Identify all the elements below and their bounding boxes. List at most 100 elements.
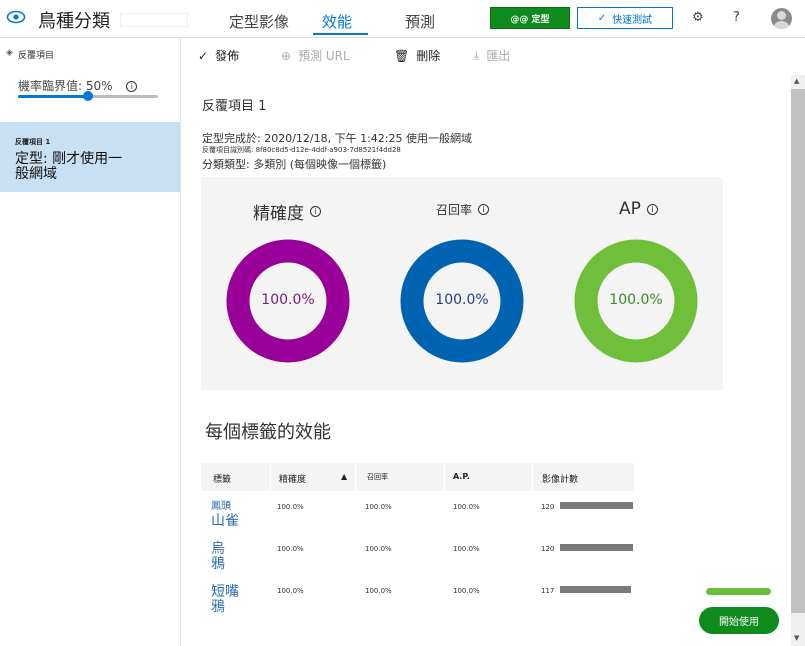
get-started-button[interactable]: 開始使用 bbox=[699, 607, 779, 634]
recall-label: 召回率 i bbox=[436, 201, 490, 218]
checkmark-icon: ✓ bbox=[597, 12, 607, 24]
app-title: 鳥種分類 bbox=[38, 11, 110, 32]
column-image-count[interactable]: 影像計數 bbox=[542, 472, 578, 485]
iteration-description: 定型: 剛才使用一般網域 bbox=[15, 151, 123, 182]
tab-performance[interactable]: 效能 bbox=[322, 11, 352, 32]
image-count: 120 bbox=[541, 503, 555, 511]
trained-info: 定型完成於: 2020/12/18, 下午 1:42:25 使用一般網域 bbox=[202, 132, 472, 145]
column-divider bbox=[532, 463, 533, 491]
ap-donut: 100.0% bbox=[574, 239, 698, 363]
quick-test-label: 快速測試 bbox=[612, 14, 653, 26]
threshold-slider[interactable] bbox=[18, 91, 158, 101]
classification-type: 分類類型: 多類別 (每個映像一個標籤) bbox=[202, 158, 387, 171]
help-icon[interactable]: ? bbox=[733, 10, 740, 25]
tag-name[interactable]: 烏鴉 bbox=[211, 542, 231, 572]
precision-label-text: 精確度 bbox=[253, 204, 304, 224]
image-count-bar bbox=[560, 586, 632, 593]
recall-cell: 100.0% bbox=[365, 503, 392, 511]
metrics-panel: 精確度 i 召回率 i AP i 100.0% 100.0% 100.0% bbox=[201, 177, 723, 390]
tag-name[interactable]: 短嘴鴉 bbox=[211, 585, 241, 615]
info-icon[interactable]: i bbox=[310, 206, 321, 217]
ap-cell: 100.0% bbox=[453, 587, 480, 595]
quick-test-button[interactable]: ✓ 快速測試 bbox=[577, 7, 673, 29]
threshold-text: 機率臨界值: 50% bbox=[18, 79, 113, 93]
table-header: 標籤 精確度 ▲ 召回率 A.P. 影像計數 bbox=[201, 463, 634, 491]
recall-cell: 100.0% bbox=[365, 545, 392, 553]
tag-name-line-1: 鳳頭 bbox=[211, 501, 231, 512]
progress-indicator bbox=[706, 588, 771, 595]
top-bar: 鳥種分類 定型影像 效能 預測 @@ 定型 ✓ 快速測試 ⚙ ? bbox=[0, 0, 805, 38]
avatar[interactable] bbox=[771, 8, 792, 29]
precision-cell: 100.0% bbox=[277, 545, 304, 553]
threshold-label: 機率臨界值: 50% i bbox=[18, 77, 138, 94]
ap-label-text: AP bbox=[619, 199, 641, 219]
scroll-thumb[interactable] bbox=[791, 89, 805, 613]
prediction-url-label: 預測 URL bbox=[298, 49, 350, 63]
export-label: 匯出 bbox=[486, 49, 511, 63]
precision-value: 100.0% bbox=[261, 292, 315, 308]
info-icon[interactable]: i bbox=[646, 203, 658, 215]
page-title: 反覆項目 1 bbox=[202, 99, 267, 114]
prediction-url-button[interactable]: ⊕ 預測 URL bbox=[281, 47, 350, 64]
tag-name[interactable]: 鳳頭 山雀 bbox=[211, 499, 251, 529]
iteration-name: 反覆項目 1 bbox=[15, 138, 51, 146]
eye-icon[interactable] bbox=[6, 9, 26, 25]
image-count: 120 bbox=[541, 545, 555, 553]
per-tag-title: 每個標籤的效能 bbox=[205, 422, 331, 443]
train-button-label: @@ 定型 bbox=[510, 14, 550, 25]
delete-button[interactable]: 🗑 刪除 bbox=[394, 47, 440, 64]
gear-icon[interactable]: ⚙ bbox=[692, 10, 704, 25]
vertical-scrollbar[interactable]: ▲ ▼ bbox=[791, 75, 805, 646]
scroll-down-icon[interactable]: ▼ bbox=[794, 634, 799, 642]
export-button[interactable]: ⤓ 匯出 bbox=[474, 47, 510, 64]
publish-button[interactable]: ✓ 發佈 bbox=[198, 47, 239, 64]
slider-thumb[interactable] bbox=[83, 91, 93, 101]
column-divider bbox=[270, 463, 271, 491]
sidebar-header: 反覆項目 bbox=[18, 51, 55, 61]
active-tab-indicator bbox=[313, 33, 368, 35]
scroll-up-icon[interactable]: ▲ bbox=[794, 77, 799, 85]
tag-name-line-1: 烏鴉 bbox=[211, 541, 225, 572]
image-count-bar bbox=[560, 502, 633, 509]
column-recall[interactable]: 召回率 bbox=[367, 472, 388, 482]
sidebar: ◈ 反覆項目 機率臨界值: 50% i 反覆項目 1 定型: 剛才使用一般網域 bbox=[0, 38, 181, 646]
download-icon: ⤓ bbox=[474, 48, 480, 62]
precision-cell: 100.0% bbox=[277, 503, 304, 511]
ap-label: AP i bbox=[619, 199, 658, 219]
recall-label-text: 召回率 bbox=[436, 203, 473, 217]
image-count-bar bbox=[560, 544, 633, 551]
iteration-id: 反覆項目識別碼: 8f80c8d5-d12e-4ddf-a903-7d8521f… bbox=[202, 146, 401, 154]
image-count: 117 bbox=[541, 587, 555, 595]
globe-icon: ⊕ bbox=[281, 48, 292, 63]
column-tag[interactable]: 標籤 bbox=[213, 472, 231, 485]
ap-cell: 100.0% bbox=[453, 503, 480, 511]
publish-label: 發佈 bbox=[215, 49, 240, 63]
tab-training-images[interactable]: 定型影像 bbox=[229, 11, 289, 32]
recall-value: 100.0% bbox=[435, 292, 489, 308]
precision-label: 精確度 i bbox=[253, 199, 321, 224]
slider-fill bbox=[18, 95, 88, 98]
train-button[interactable]: @@ 定型 bbox=[490, 7, 570, 29]
ap-cell: 100.0% bbox=[453, 545, 480, 553]
checkmark-icon: ✓ bbox=[198, 48, 209, 63]
sidebar-item-iteration-1[interactable]: 反覆項目 1 定型: 剛才使用一般網域 bbox=[0, 122, 180, 192]
recall-donut: 100.0% bbox=[400, 239, 524, 363]
tag-name-line-2: 山雀 bbox=[211, 513, 239, 529]
sort-up-icon[interactable]: ▲ bbox=[341, 472, 347, 481]
tab-predictions[interactable]: 預測 bbox=[405, 11, 435, 32]
column-divider bbox=[355, 463, 356, 491]
project-name-field[interactable] bbox=[120, 13, 188, 27]
info-icon[interactable]: i bbox=[478, 204, 490, 215]
ap-value: 100.0% bbox=[609, 292, 663, 308]
info-icon[interactable]: i bbox=[126, 81, 138, 92]
precision-cell: 100.0% bbox=[277, 587, 304, 595]
column-divider bbox=[444, 463, 445, 491]
get-started-label: 開始使用 bbox=[719, 617, 759, 628]
column-precision[interactable]: 精確度 bbox=[279, 472, 306, 485]
trash-icon: 🗑 bbox=[394, 48, 410, 63]
recall-cell: 100.0% bbox=[365, 587, 392, 595]
tag-name-line-1: 短嘴鴉 bbox=[211, 584, 239, 615]
delete-label: 刪除 bbox=[416, 49, 441, 63]
precision-donut: 100.0% bbox=[226, 239, 350, 363]
column-ap[interactable]: A.P. bbox=[453, 472, 470, 481]
